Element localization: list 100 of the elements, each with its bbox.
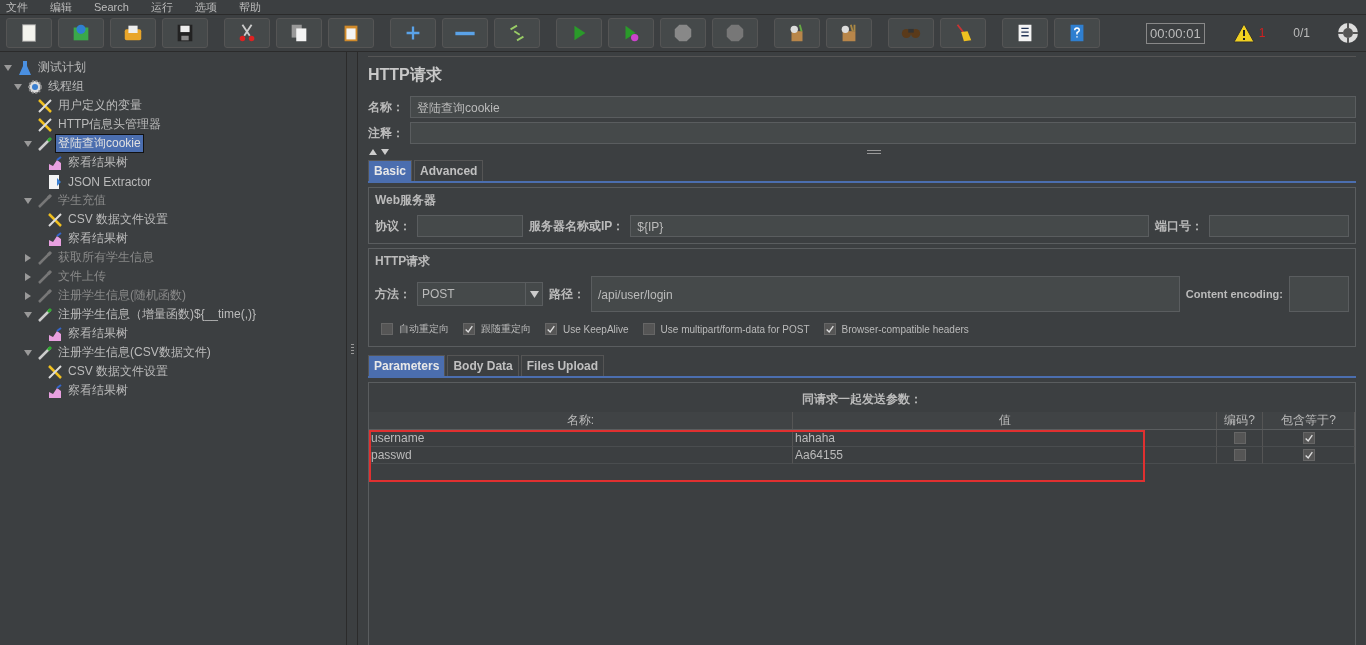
warning-icon[interactable] xyxy=(1232,23,1255,43)
table-cell: Aa64155 xyxy=(793,447,1217,464)
path-field[interactable]: /api/user/login xyxy=(591,276,1180,312)
checkbox-label: 自动重定向 xyxy=(399,322,449,336)
tree-item[interactable]: JSON Extractor xyxy=(66,174,154,189)
checkbox[interactable] xyxy=(545,323,557,335)
tree-item[interactable]: 线程组 xyxy=(46,78,86,95)
down-triangle-icon[interactable] xyxy=(24,310,32,319)
tab[interactable]: Parameters xyxy=(368,355,446,376)
column-header[interactable]: 名称: xyxy=(369,412,793,429)
down-triangle-icon[interactable] xyxy=(4,63,12,72)
down-triangle-icon[interactable] xyxy=(14,82,22,91)
toolbar-button[interactable] xyxy=(1002,18,1048,48)
right-triangle-icon[interactable] xyxy=(24,253,32,262)
tree-item[interactable]: 学生充值 xyxy=(56,192,108,209)
elapsed-timer: 00:00:01 xyxy=(1146,22,1205,44)
menu-item[interactable]: 帮助 xyxy=(238,0,261,14)
column-header[interactable]: 值 xyxy=(793,412,1217,429)
pipette-icon xyxy=(37,344,53,361)
column-header[interactable]: 编码? xyxy=(1217,412,1263,429)
field-label: 注释： xyxy=(368,124,404,142)
checkbox[interactable] xyxy=(642,323,655,335)
tree-item[interactable]: 注册学生信息(CSV数据文件) xyxy=(56,344,213,361)
tab[interactable]: Advanced xyxy=(414,160,484,181)
toolbar-button[interactable] xyxy=(774,18,820,48)
tree-item[interactable]: 察看结果树 xyxy=(66,154,130,171)
checkbox[interactable] xyxy=(823,323,836,335)
tab[interactable]: Files Upload xyxy=(520,355,605,376)
checkbox[interactable] xyxy=(1233,449,1246,461)
field-label: Content encoding: xyxy=(1185,288,1283,300)
table-cell: hahaha xyxy=(793,430,1217,447)
server-field[interactable]: ${IP} xyxy=(630,215,1149,237)
toolbar-button[interactable] xyxy=(110,18,156,48)
resize-grip[interactable] xyxy=(867,150,881,154)
right-triangle-icon[interactable] xyxy=(24,272,32,281)
comment-field[interactable] xyxy=(410,122,1356,144)
tree-item[interactable]: 登陆查询cookie xyxy=(56,135,143,152)
wrench-screwdriver-icon xyxy=(47,211,63,228)
table-cell: username xyxy=(369,430,793,447)
toolbar-button[interactable] xyxy=(6,18,52,48)
tree-item[interactable]: 文件上传 xyxy=(56,268,108,285)
tree-item[interactable]: 获取所有学生信息 xyxy=(56,249,156,266)
down-triangle-icon[interactable] xyxy=(24,348,32,357)
pipette-icon xyxy=(37,249,53,266)
group-title: HTTP请求 xyxy=(375,253,432,270)
checkbox[interactable] xyxy=(463,323,475,335)
tab[interactable]: Basic xyxy=(368,160,413,181)
field-label: 方法： xyxy=(375,285,411,303)
tree-item[interactable]: HTTP信息头管理器 xyxy=(56,116,164,133)
down-triangle-icon[interactable] xyxy=(24,196,32,205)
tree-item[interactable]: 察看结果树 xyxy=(66,382,130,399)
tree-item[interactable]: 察看结果树 xyxy=(66,325,130,342)
toolbar-button[interactable] xyxy=(328,18,374,48)
pipette-icon xyxy=(37,192,53,209)
dropdown-arrow-icon[interactable] xyxy=(529,290,539,298)
splitter-grip[interactable] xyxy=(350,344,354,354)
toolbar-button[interactable] xyxy=(162,18,208,48)
pipette-icon xyxy=(37,268,53,285)
tree-item[interactable]: 用户定义的变量 xyxy=(56,97,144,114)
toolbar-button[interactable] xyxy=(826,18,872,48)
protocol-field[interactable] xyxy=(417,215,523,237)
field-label: 协议： xyxy=(375,217,411,235)
chart-icon xyxy=(47,382,63,399)
checkbox[interactable] xyxy=(1302,432,1315,444)
tree-item[interactable]: CSV 数据文件设置 xyxy=(66,211,170,228)
pipette-icon xyxy=(37,287,53,304)
right-triangle-icon[interactable] xyxy=(24,291,32,300)
menu-item[interactable]: 运行 xyxy=(150,0,173,14)
menu-item[interactable]: 选项 xyxy=(194,0,217,14)
menu-item[interactable]: 文件 xyxy=(6,0,28,14)
checkbox-label: Use multipart/form-data for POST xyxy=(660,323,810,335)
toolbar-button[interactable] xyxy=(276,18,322,48)
table-caption: 同请求一起发送参数： xyxy=(801,391,923,408)
checkbox[interactable] xyxy=(381,323,393,335)
chart-icon xyxy=(47,230,63,247)
group-title: Web服务器 xyxy=(375,192,438,209)
field-label: 端口号： xyxy=(1155,217,1203,235)
menu-item[interactable]: Search xyxy=(94,0,129,14)
tree-item[interactable]: 注册学生信息（增量函数)${__time(,)} xyxy=(56,306,259,323)
down-triangle-icon[interactable] xyxy=(24,139,32,148)
wrench-screwdriver-icon xyxy=(37,116,53,133)
chart-icon xyxy=(47,325,63,342)
port-field[interactable] xyxy=(1209,215,1349,237)
tree-item[interactable]: 测试计划 xyxy=(36,59,88,76)
gear-icon xyxy=(27,78,43,95)
tab[interactable]: Body Data xyxy=(447,355,519,376)
binoculars-icon xyxy=(900,27,922,39)
name-field[interactable]: 登陆查询cookie xyxy=(410,96,1356,118)
tree-item[interactable]: 注册学生信息(随机函数) xyxy=(56,287,188,304)
column-header[interactable]: 包含等于? xyxy=(1263,412,1355,429)
menu-item[interactable]: 编辑 xyxy=(50,0,72,14)
checkbox-label: Browser-compatible headers xyxy=(841,323,969,335)
pipette-icon xyxy=(37,135,53,152)
checkbox[interactable] xyxy=(1302,449,1315,461)
tree-item[interactable]: CSV 数据文件设置 xyxy=(66,363,170,380)
method-dropdown[interactable]: POST xyxy=(417,282,543,306)
tree-item[interactable]: 察看结果树 xyxy=(66,230,130,247)
checkbox[interactable] xyxy=(1233,432,1246,444)
collapse-arrows-icon[interactable] xyxy=(368,148,392,156)
encoding-field[interactable] xyxy=(1289,276,1349,312)
